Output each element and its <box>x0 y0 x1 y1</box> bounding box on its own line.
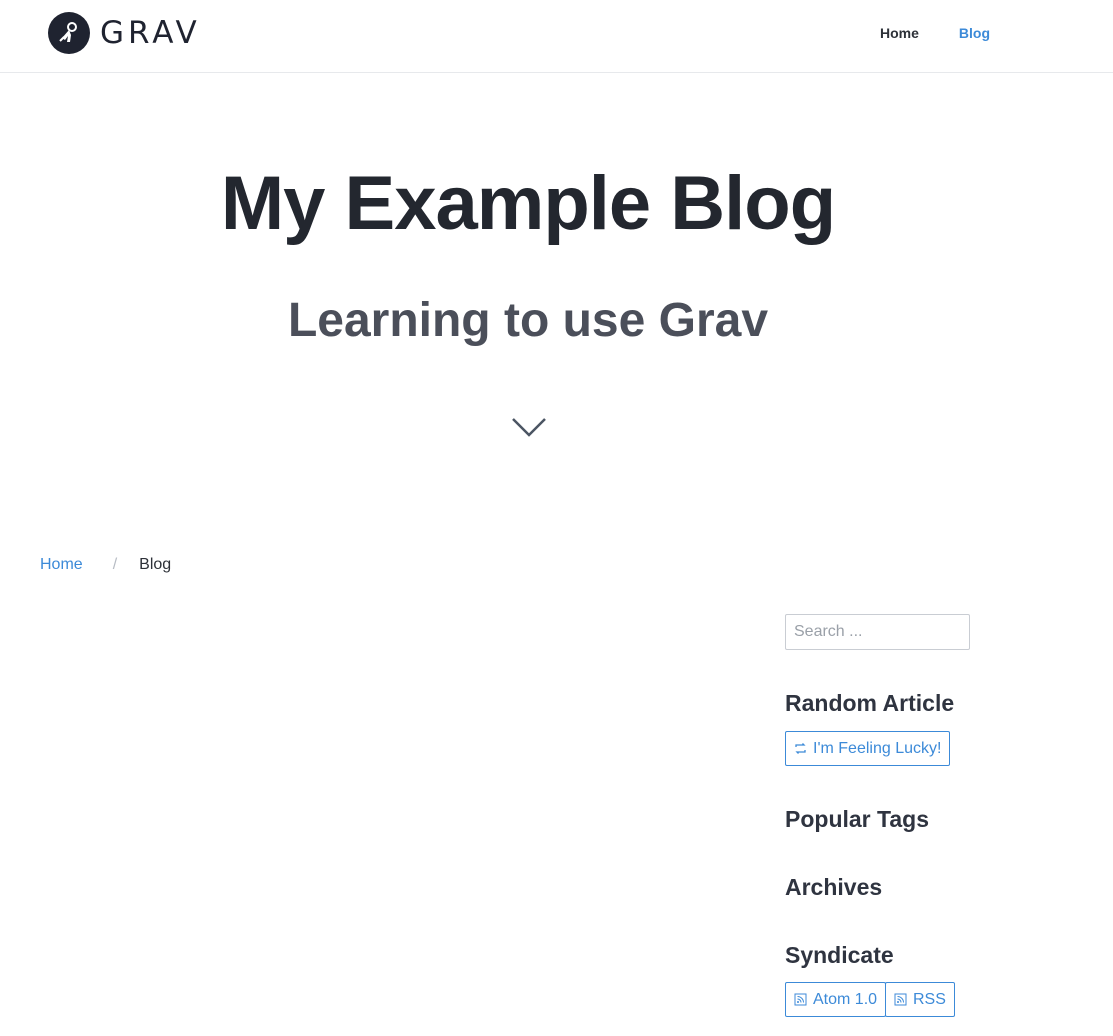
rss-feed-label: RSS <box>913 990 946 1008</box>
atom-feed-button[interactable]: Atom 1.0 <box>785 982 887 1017</box>
random-article-heading: Random Article <box>785 690 955 716</box>
hero-title: My Example Blog <box>220 161 836 246</box>
nav-home-link[interactable]: Home <box>880 25 919 41</box>
site-header: GRAV Home Blog <box>0 0 1113 73</box>
refresh-icon <box>794 742 807 755</box>
rss-square-icon <box>794 993 807 1006</box>
chevron-down-icon[interactable] <box>511 416 547 440</box>
site-logo[interactable]: GRAV <box>48 12 201 54</box>
popular-tags-heading: Popular Tags <box>785 806 929 832</box>
breadcrumb-separator: / <box>112 556 118 573</box>
breadcrumb-home-link[interactable]: Home <box>40 556 83 574</box>
nav-blog-link[interactable]: Blog <box>959 25 990 41</box>
atom-feed-label: Atom 1.0 <box>813 990 878 1008</box>
breadcrumb-current: Blog <box>139 556 172 573</box>
sidebar: Random Article I'm Feeling Lucky! Popula… <box>785 614 1085 1017</box>
archives-heading: Archives <box>785 874 883 900</box>
grav-astronaut-icon <box>48 12 90 54</box>
syndicate-heading: Syndicate <box>785 942 894 968</box>
search-input[interactable] <box>785 614 970 650</box>
breadcrumb: Home / Blog <box>40 556 171 574</box>
rss-square-icon <box>894 993 907 1006</box>
rss-feed-button[interactable]: RSS <box>885 982 955 1017</box>
feeling-lucky-label: I'm Feeling Lucky! <box>813 739 942 757</box>
hero-subtitle: Learning to use Grav <box>287 294 769 347</box>
main-nav: Home Blog <box>880 25 1030 41</box>
feeling-lucky-button[interactable]: I'm Feeling Lucky! <box>785 731 951 766</box>
logo-wordmark: GRAV <box>100 15 201 51</box>
